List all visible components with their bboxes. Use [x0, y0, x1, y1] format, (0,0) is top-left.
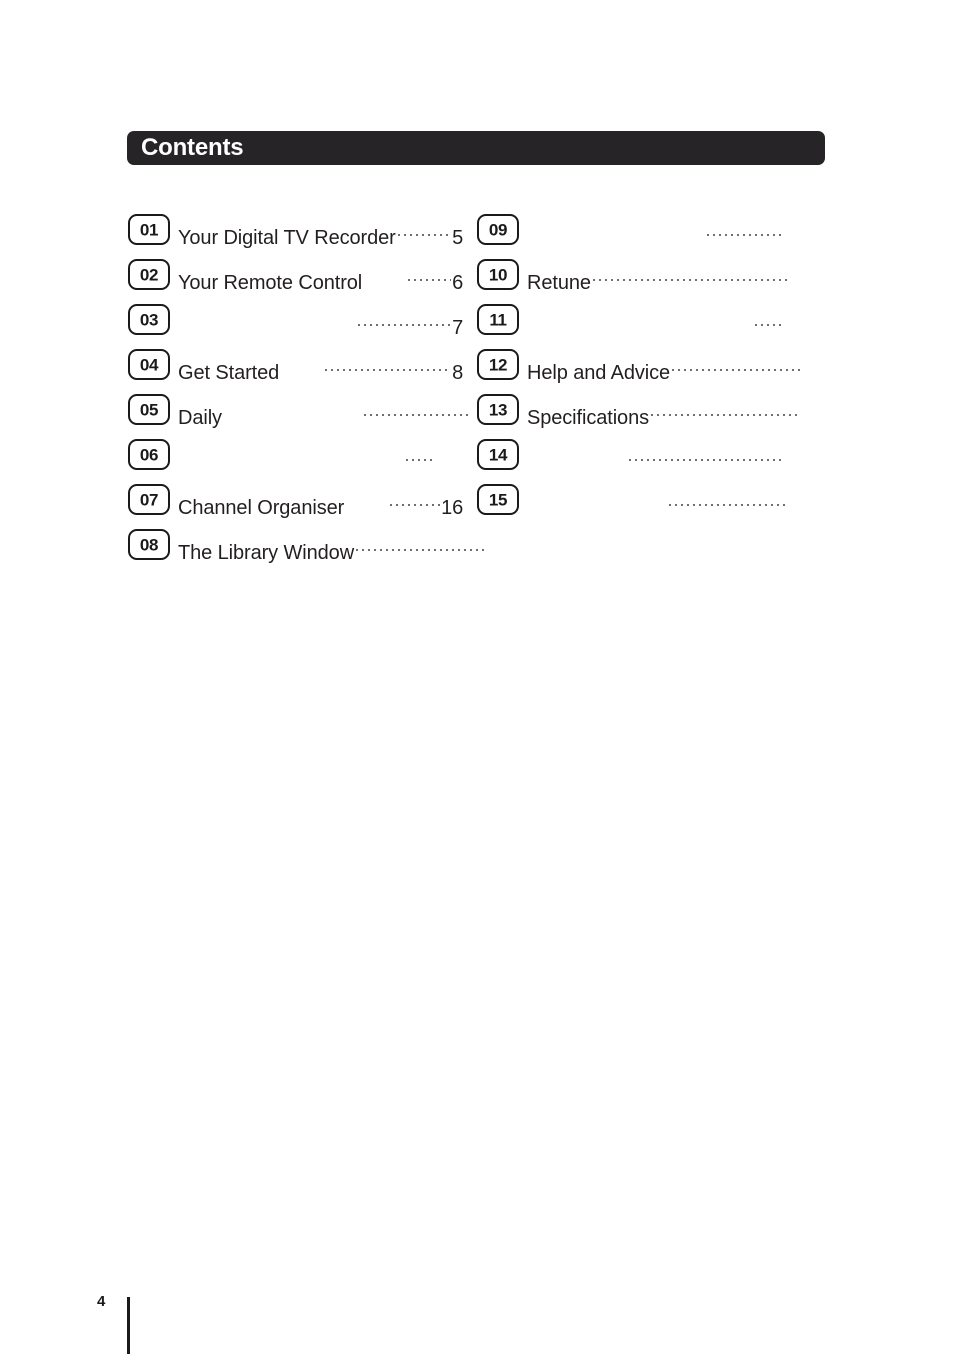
toc-badge-09: 09: [477, 214, 519, 245]
dot-leader: [178, 305, 452, 334]
toc-entry-08[interactable]: 08 The Library Window: [128, 527, 485, 572]
toc-entry-04[interactable]: 04 Get Started 8: [128, 347, 463, 392]
toc-entry-page: 8: [452, 362, 463, 384]
dot-leader: [649, 395, 797, 424]
footer-vertical-rule: [127, 1297, 130, 1354]
toc-badge-10: 10: [477, 259, 519, 290]
toc-entry-05[interactable]: 05 Daily: [128, 392, 472, 437]
dot-leader: [222, 395, 472, 424]
toc-entry-11[interactable]: 11: [477, 302, 812, 347]
toc-badge-number: 15: [488, 490, 508, 509]
dot-leader: [527, 485, 785, 514]
toc-entry-label: Retune: [527, 272, 591, 294]
toc-badge-03: 03: [128, 304, 170, 335]
toc-badge-07: 07: [128, 484, 170, 515]
toc-entry-02[interactable]: 02 Your Remote Control 6: [128, 257, 463, 302]
toc-badge-02: 02: [128, 259, 170, 290]
toc-entry-label: The Library Window: [178, 542, 355, 564]
dot-leader: [362, 260, 451, 289]
toc-badge-number: 13: [488, 400, 508, 419]
toc-badge-05: 05: [128, 394, 170, 425]
toc-entry-06[interactable]: 06: [128, 437, 463, 482]
toc-badge-number: 02: [139, 265, 159, 284]
toc-entry-label: Daily: [178, 407, 222, 429]
dot-leader: [178, 440, 436, 469]
toc-entry-label: Channel Organiser: [178, 497, 345, 519]
toc-entry-label: Get Started: [178, 362, 280, 384]
toc-badge-15: 15: [477, 484, 519, 515]
toc-badge-number: 14: [488, 445, 508, 464]
toc-entry-01[interactable]: 01 Your Digital TV Recorder 5: [128, 212, 463, 257]
contents-header-bar: Contents: [127, 131, 825, 165]
toc-column-left: 01 Your Digital TV Recorder 5 02 Your Re…: [128, 212, 485, 572]
toc-badge-number: 05: [139, 400, 159, 419]
toc-badge-01: 01: [128, 214, 170, 245]
dot-leader: [527, 440, 785, 469]
toc-badge-number: 12: [488, 355, 508, 374]
toc-entry-page: 7: [452, 317, 463, 339]
toc-entry-label: Help and Advice: [527, 362, 671, 384]
toc-column-right: 09 10 Retune 11 12 Help and Advice 13 Sp…: [477, 212, 812, 527]
toc-badge-14: 14: [477, 439, 519, 470]
dot-leader: [527, 305, 785, 334]
toc-entry-label: Specifications: [527, 407, 649, 429]
toc-badge-13: 13: [477, 394, 519, 425]
toc-entry-14[interactable]: 14: [477, 437, 812, 482]
toc-badge-number: 04: [139, 355, 159, 374]
toc-badge-08: 08: [128, 529, 170, 560]
toc-badge-number: 03: [139, 310, 159, 329]
toc-badge-number: 09: [488, 220, 508, 239]
toc-entry-label: Your Remote Control: [178, 272, 363, 294]
toc-badge-number: 01: [139, 220, 159, 239]
page-title: Contents: [141, 134, 244, 161]
toc-badge-number: 07: [139, 490, 159, 509]
dot-leader: [590, 260, 791, 289]
toc-entry-page: 16: [441, 497, 463, 519]
dot-leader: [395, 215, 452, 244]
toc-badge-04: 04: [128, 349, 170, 380]
toc-entry-page: 6: [452, 272, 463, 294]
dot-leader: [344, 485, 441, 514]
toc-badge-number: 08: [139, 535, 159, 554]
footer-page-number: 4: [97, 1293, 106, 1310]
toc-badge-06: 06: [128, 439, 170, 470]
toc-entry-label: Your Digital TV Recorder: [178, 227, 396, 249]
dot-leader: [670, 350, 801, 379]
toc-badge-number: 10: [488, 265, 508, 284]
toc-entry-09[interactable]: 09: [477, 212, 812, 257]
toc-badge-number: 11: [489, 310, 507, 329]
toc-entry-07[interactable]: 07 Channel Organiser 16: [128, 482, 463, 527]
toc-entry-10[interactable]: 10 Retune: [477, 257, 812, 302]
dot-leader: [527, 215, 785, 244]
toc-entry-page: 5: [452, 227, 463, 249]
toc-badge-number: 06: [139, 445, 159, 464]
toc-badge-12: 12: [477, 349, 519, 380]
toc-entry-03[interactable]: 03 7: [128, 302, 463, 347]
toc-entry-15[interactable]: 15: [477, 482, 812, 527]
toc-entry-12[interactable]: 12 Help and Advice: [477, 347, 812, 392]
toc-entry-13[interactable]: 13 Specifications: [477, 392, 812, 437]
toc-badge-11: 11: [477, 304, 519, 335]
dot-leader: [354, 530, 485, 559]
dot-leader: [279, 350, 451, 379]
